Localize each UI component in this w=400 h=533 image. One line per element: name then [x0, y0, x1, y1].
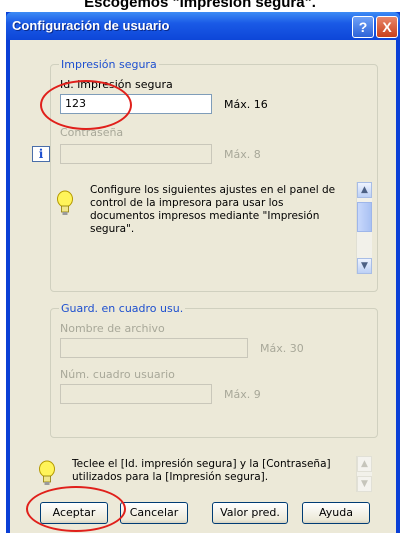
cancel-button[interactable]: Cancelar [120, 502, 188, 524]
secure-print-id-max: Máx. 16 [224, 98, 268, 111]
title-bar[interactable]: Configuración de usuario ? X [6, 12, 400, 40]
default-values-button[interactable]: Valor pred. [212, 502, 288, 524]
bottom-note-scrollbar[interactable]: ▲ ▼ [356, 456, 372, 492]
id-field-highlight-ring [40, 80, 132, 130]
dialog-title: Configuración de usuario [12, 18, 170, 33]
file-name-max: Máx. 30 [260, 342, 304, 355]
help-icon[interactable]: ? [352, 16, 374, 38]
file-name-label: Nombre de archivo [60, 322, 165, 335]
ok-button-highlight-ring [26, 486, 126, 532]
scroll-down-icon[interactable]: ▼ [357, 476, 372, 492]
scroll-thumb[interactable] [357, 202, 372, 232]
secure-print-note: Configure los siguientes ajustes en el p… [90, 184, 336, 235]
lightbulb-icon [39, 460, 55, 485]
scroll-up-icon[interactable]: ▲ [357, 456, 372, 472]
tutorial-caption: Escogemos "Impresión segura". [84, 0, 316, 11]
help-button[interactable]: Ayuda [302, 502, 370, 524]
scroll-down-icon[interactable]: ▼ [357, 258, 372, 274]
password-max: Máx. 8 [224, 148, 261, 161]
close-icon[interactable]: X [376, 16, 398, 38]
box-number-max: Máx. 9 [224, 388, 261, 401]
box-number-label: Núm. cuadro usuario [60, 368, 175, 381]
secure-print-group-label: Impresión segura [59, 58, 159, 71]
note-scrollbar[interactable]: ▲ ▼ [356, 182, 372, 274]
file-name-input[interactable] [60, 338, 248, 358]
lightbulb-icon [57, 190, 73, 215]
scroll-up-icon[interactable]: ▲ [357, 182, 372, 198]
info-icon[interactable]: i [32, 146, 50, 162]
box-number-input[interactable] [60, 384, 212, 404]
save-in-box-group-label: Guard. en cuadro usu. [59, 302, 186, 315]
bottom-note: Teclee el [Id. impresión segura] y la [C… [72, 458, 331, 483]
password-input[interactable] [60, 144, 212, 164]
